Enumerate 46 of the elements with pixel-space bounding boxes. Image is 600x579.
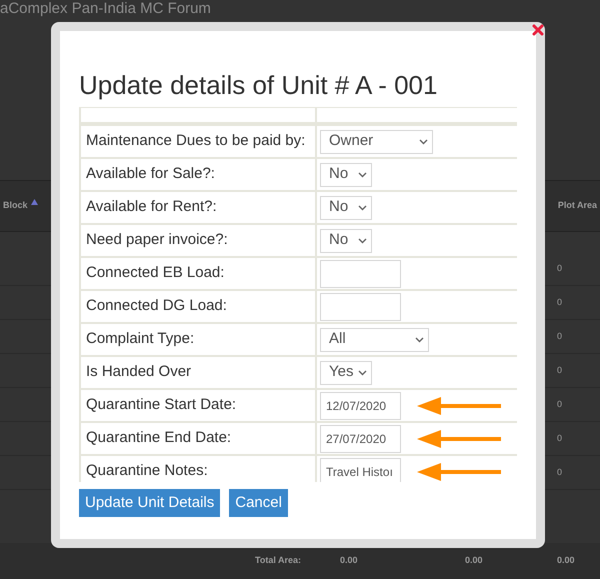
page-title: aComplex Pan-India MC Forum bbox=[0, 0, 211, 17]
field-label: Connected EB Load: bbox=[80, 257, 316, 290]
chevron-down-icon bbox=[358, 370, 367, 376]
total-label: Total Area: bbox=[255, 554, 302, 568]
table-cell-text: 0 bbox=[556, 398, 562, 411]
update-button[interactable]: Update Unit Details bbox=[79, 489, 220, 517]
table-cell-text: 0 bbox=[556, 330, 562, 343]
field-label: Is Handed Over bbox=[80, 356, 316, 389]
dialog-title: Update details of Unit # A - 001 bbox=[79, 69, 438, 102]
cancel-button[interactable]: Cancel bbox=[229, 489, 288, 517]
text-field[interactable] bbox=[320, 292, 401, 320]
field-label: Maintenance Dues to be paid by: bbox=[80, 125, 316, 158]
text-field[interactable] bbox=[320, 260, 401, 288]
text-field[interactable]: 27/07/2020 bbox=[320, 424, 401, 452]
field-label: Available for Sale?: bbox=[80, 158, 316, 191]
close-icon[interactable] bbox=[532, 24, 544, 36]
total-value: 0.00 bbox=[340, 554, 359, 568]
text-field[interactable]: Travel Histoı bbox=[320, 458, 401, 482]
chevron-down-icon bbox=[358, 172, 367, 178]
text-field[interactable]: 12/07/2020 bbox=[320, 392, 401, 420]
total-value: 0.00 bbox=[557, 554, 575, 568]
dropdown[interactable]: No bbox=[320, 162, 372, 186]
table-cell-text: 0 bbox=[556, 432, 562, 445]
table-cell-text: 0 bbox=[556, 296, 562, 309]
field-label: Quarantine Start Date: bbox=[80, 389, 316, 422]
field-label: Connected DG Load: bbox=[80, 290, 316, 323]
field-label: Available for Rent?: bbox=[80, 191, 316, 224]
table-cell-text: 0 bbox=[556, 364, 562, 377]
dropdown[interactable]: No bbox=[320, 196, 372, 220]
dropdown[interactable]: Yes bbox=[320, 360, 372, 384]
total-value: 0.00 bbox=[465, 554, 484, 568]
chevron-down-icon bbox=[415, 336, 424, 342]
sort-up-icon bbox=[30, 199, 38, 206]
column-header[interactable]: Plot Area bbox=[558, 199, 597, 213]
table-cell-text: 0 bbox=[556, 466, 562, 479]
chevron-down-icon bbox=[419, 138, 428, 144]
field-label: Complaint Type: bbox=[80, 323, 316, 356]
table-cell-text: 0 bbox=[556, 262, 562, 275]
column-header[interactable]: Block bbox=[3, 199, 38, 213]
chevron-down-icon bbox=[358, 204, 367, 210]
dropdown[interactable]: No bbox=[320, 228, 372, 252]
chevron-down-icon bbox=[358, 238, 367, 244]
dropdown[interactable]: Owner bbox=[320, 130, 433, 154]
field-label: Quarantine End Date: bbox=[80, 422, 316, 455]
field-label: Need paper invoice?: bbox=[80, 224, 316, 257]
dropdown[interactable]: All bbox=[320, 328, 429, 352]
